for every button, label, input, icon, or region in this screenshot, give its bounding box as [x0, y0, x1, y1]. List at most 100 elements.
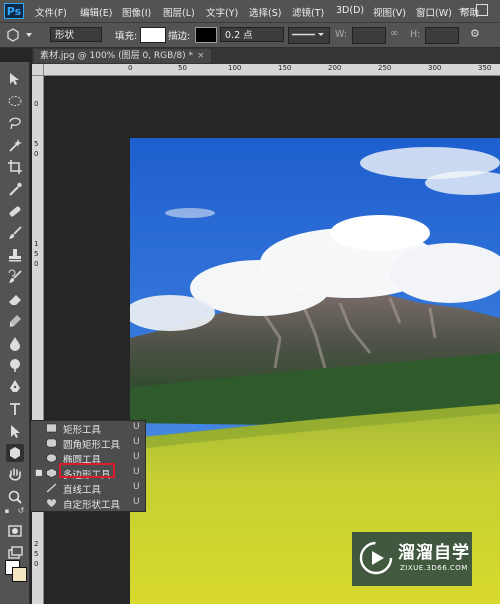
ruler-tick: 100 [228, 64, 242, 72]
pen-tool-icon[interactable] [6, 378, 24, 396]
flyout-item-label: 自定形状工具 [63, 500, 121, 511]
flyout-item-shortcut: U [133, 467, 140, 477]
ruler-tick: 0 [34, 560, 39, 568]
close-icon[interactable]: × [197, 51, 205, 61]
document-tab-title: 素材.jpg @ 100% (图层 0, RGB/8) * [40, 51, 193, 61]
line-icon [46, 483, 57, 493]
tool-preset-picker[interactable] [6, 28, 36, 42]
ruler-tick: 350 [478, 64, 492, 72]
flyout-item-label: 圆角矩形工具 [63, 440, 121, 451]
tools-panel: ▪ ↺ [0, 62, 30, 604]
fill-label: 填充: [115, 31, 138, 42]
gradient-tool-icon[interactable] [6, 312, 24, 330]
blur-tool-icon[interactable] [6, 334, 24, 352]
menu-layer[interactable]: 图层(L) [163, 5, 195, 19]
background-color-swatch[interactable] [12, 567, 27, 582]
path-selection-tool-icon[interactable] [6, 422, 24, 440]
watermark-title: 溜溜自学 [398, 543, 470, 563]
flyout-item-label: 矩形工具 [63, 425, 102, 436]
eyedropper-tool-icon[interactable] [6, 180, 24, 198]
menu-window[interactable]: 窗口(W) [416, 5, 452, 19]
shape-tool-icon[interactable] [6, 444, 24, 462]
tool-mode-select[interactable]: 形状 [50, 27, 102, 42]
stroke-color-swatch[interactable] [195, 27, 217, 43]
menu-file[interactable]: 文件(F) [35, 5, 67, 19]
shape-tool-flyout: 矩形工具 U 圆角矩形工具 U 椭圆工具 U ■ 多边形工具 U 直线工具 U … [30, 420, 146, 512]
canvas-area[interactable] [44, 76, 500, 604]
stroke-label: 描边: [168, 31, 191, 42]
watermark: 溜溜自学 ZIXUE.3D66.COM [352, 532, 472, 586]
swap-colors-icon[interactable]: ↺ [16, 506, 26, 516]
flyout-item-label: 直线工具 [63, 485, 102, 496]
move-tool-icon[interactable] [6, 70, 24, 88]
height-input[interactable] [425, 27, 459, 44]
photoshop-logo: Ps [4, 3, 24, 19]
clone-stamp-tool-icon[interactable] [6, 246, 24, 264]
menu-image[interactable]: 图像(I) [122, 5, 151, 19]
hand-tool-icon[interactable] [6, 466, 24, 484]
crop-tool-icon[interactable] [6, 158, 24, 176]
rectangle-icon [46, 423, 57, 433]
history-brush-tool-icon[interactable] [6, 268, 24, 286]
gear-icon[interactable]: ⚙ [470, 27, 480, 40]
height-label: H: [410, 29, 421, 40]
ruler-tick: 0 [34, 150, 39, 158]
polygon-icon [46, 468, 57, 478]
magic-wand-tool-icon[interactable] [6, 136, 24, 154]
menu-filter[interactable]: 滤镜(T) [292, 5, 324, 19]
ruler-tick: 300 [428, 64, 442, 72]
default-colors-icon[interactable]: ▪ [2, 506, 12, 516]
play-logo-icon [359, 541, 393, 575]
selection-highlight-box [59, 463, 115, 478]
menu-3d[interactable]: 3D(D) [336, 5, 364, 16]
maximize-icon[interactable] [476, 4, 488, 16]
document-tab-bar: 素材.jpg @ 100% (图层 0, RGB/8) * × [32, 48, 500, 64]
dodge-tool-icon[interactable] [6, 356, 24, 374]
flyout-item-line[interactable]: 直线工具 U [31, 481, 145, 496]
rounded-rectangle-icon [46, 438, 57, 448]
link-icon[interactable]: ∞ [390, 28, 398, 39]
ruler-origin[interactable] [32, 64, 44, 76]
menu-select[interactable]: 选择(S) [249, 5, 281, 19]
eraser-tool-icon[interactable] [6, 290, 24, 308]
options-bar: 形状 填充: 描边: 0.2 点 W: ∞ H: ⚙ [0, 22, 500, 48]
menu-edit[interactable]: 编辑(E) [80, 5, 112, 19]
zoom-tool-icon[interactable] [6, 488, 24, 506]
screen-mode-icon[interactable] [6, 544, 24, 562]
ruler-tick: 2 [34, 540, 39, 548]
flyout-item-custom-shape[interactable]: 自定形状工具 U [31, 496, 145, 511]
ruler-tick: 250 [378, 64, 392, 72]
ellipse-icon [46, 453, 57, 463]
fill-color-swatch[interactable] [140, 27, 166, 43]
stroke-width-select[interactable]: 0.2 点 [220, 27, 284, 42]
flyout-item-shortcut: U [133, 482, 140, 492]
flyout-item-rounded-rectangle[interactable]: 圆角矩形工具 U [31, 436, 145, 451]
ruler-tick: 0 [128, 64, 133, 72]
type-tool-icon[interactable] [6, 400, 24, 418]
flyout-item-rectangle[interactable]: 矩形工具 U [31, 421, 145, 436]
watermark-url: ZIXUE.3D66.COM [400, 564, 468, 572]
menu-view[interactable]: 视图(V) [373, 5, 406, 19]
healing-brush-tool-icon[interactable] [6, 202, 24, 220]
document-tab[interactable]: 素材.jpg @ 100% (图层 0, RGB/8) * × [34, 49, 211, 63]
selected-bullet-icon: ■ [35, 468, 43, 477]
minimize-icon[interactable]: — [458, 4, 470, 16]
flyout-item-shortcut: U [133, 497, 140, 507]
width-input[interactable] [352, 27, 386, 44]
flyout-item-shortcut: U [133, 437, 140, 447]
ruler-tick: 5 [34, 550, 39, 558]
horizontal-ruler: 0 50 100 150 200 250 300 350 [44, 64, 500, 76]
vertical-ruler: 0 5 0 1 5 0 2 5 0 [32, 64, 44, 604]
menu-bar: Ps 文件(F) 编辑(E) 图像(I) 图层(L) 文字(Y) 选择(S) 滤… [0, 0, 500, 22]
ruler-tick: 200 [328, 64, 342, 72]
menu-type[interactable]: 文字(Y) [206, 5, 238, 19]
flyout-item-shortcut: U [133, 422, 140, 432]
ruler-tick: 5 [34, 140, 39, 148]
marquee-tool-icon[interactable] [6, 92, 24, 110]
lasso-tool-icon[interactable] [6, 114, 24, 132]
ruler-tick: 150 [278, 64, 292, 72]
quick-mask-tool-icon[interactable] [6, 522, 24, 540]
stroke-type-select[interactable] [288, 27, 330, 44]
brush-tool-icon[interactable] [6, 224, 24, 242]
ruler-tick: 1 [34, 240, 39, 248]
